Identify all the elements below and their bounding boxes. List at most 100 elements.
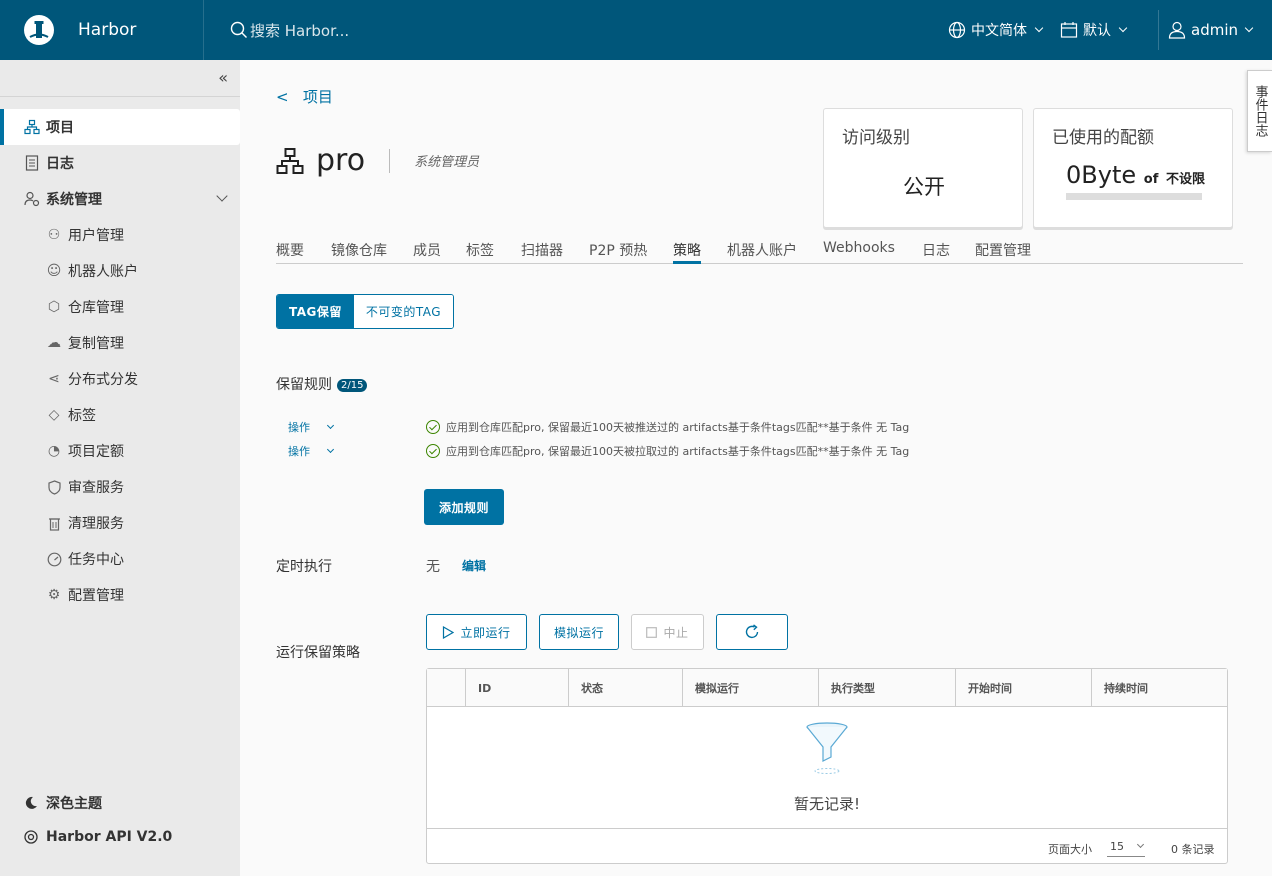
abort-button[interactable]: 中止 [631, 614, 704, 650]
quota-of: of [1143, 172, 1159, 187]
rule-action-dropdown[interactable]: 操作 [288, 419, 398, 435]
quota-progress-bar [1066, 193, 1202, 200]
retention-rule-row: 操作 应用到仓库匹配pro, 保留最近100天被拉取过的 artifacts基于… [288, 441, 909, 461]
rule-description: 应用到仓库匹配pro, 保留最近100天被推送过的 artifacts基于条件t… [446, 421, 910, 434]
brand[interactable]: Harbor [0, 0, 204, 60]
sidebar-item-label: 清理服务 [68, 516, 124, 532]
api-icon [24, 830, 38, 844]
tab-logs[interactable]: 日志 [922, 240, 950, 264]
dry-run-button[interactable]: 模拟运行 [539, 614, 619, 650]
sidebar-item-admin[interactable]: 系统管理 [0, 181, 240, 217]
global-search[interactable]: 搜索 Harbor... [230, 20, 530, 41]
column-duration[interactable]: 持续时间 [1091, 669, 1227, 707]
sidebar-item-users[interactable]: ⚇ 用户管理 [0, 217, 240, 253]
breadcrumb[interactable]: < 项目 [276, 86, 333, 107]
quota-value: 0Byte of 不设限 [1066, 161, 1205, 189]
breadcrumb-projects-link[interactable]: 项目 [303, 88, 333, 106]
tab-summary[interactable]: 概要 [276, 240, 304, 264]
access-level-card: 访问级别 公开 [823, 108, 1023, 228]
datetime-selector[interactable]: 默认 [1060, 20, 1128, 40]
rule-description: 应用到仓库匹配pro, 保留最近100天被拉取过的 artifacts基于条件t… [446, 445, 910, 458]
project-name: pro [316, 143, 366, 178]
tab-repositories[interactable]: 镜像仓库 [331, 240, 387, 264]
sidebar-collapse-button[interactable]: « [0, 60, 240, 97]
sidebar-item-gc[interactable]: 清理服务 [0, 505, 240, 541]
record-count: 0 条记录 [1171, 843, 1215, 856]
run-now-button[interactable]: 立即运行 [426, 614, 527, 650]
column-trigger[interactable]: 执行类型 [818, 669, 955, 707]
sidebar-item-logs[interactable]: 日志 [0, 145, 240, 181]
refresh-button[interactable] [716, 614, 788, 650]
chevron-down-icon [1136, 840, 1145, 849]
retention-rules-label: 保留规则 2/15 [276, 374, 368, 394]
page-size-select[interactable]: 15 [1107, 837, 1145, 857]
title-divider [389, 148, 391, 173]
page-size-value: 15 [1110, 840, 1124, 853]
empty-state: 暂无记录! [427, 707, 1227, 828]
tab-policy[interactable]: 策略 [673, 240, 701, 264]
admin-icon [24, 191, 40, 207]
quota-card: 已使用的配额 0Byte of 不设限 [1033, 108, 1233, 228]
event-log-tab[interactable]: 事件日志 [1247, 70, 1272, 152]
rule-action-label: 操作 [288, 421, 310, 434]
quota-limit: 不设限 [1166, 172, 1206, 187]
tab-robot-accounts[interactable]: 机器人账户 [727, 240, 797, 264]
tab-p2p-preheat[interactable]: P2P 预热 [589, 240, 647, 264]
sidebar-item-jobs[interactable]: 任务中心 [0, 541, 240, 577]
sidebar-item-replication[interactable]: ☁ 复制管理 [0, 325, 240, 361]
tag-retention-button[interactable]: TAG保留 [277, 295, 354, 328]
api-explorer-link[interactable]: Harbor API V2.0 [24, 829, 172, 845]
rule-action-label: 操作 [288, 445, 310, 458]
chevron-down-icon[interactable] [216, 190, 228, 202]
shield-icon [46, 479, 62, 495]
schedule-value: 无 [426, 559, 440, 575]
column-start-time[interactable]: 开始时间 [955, 669, 1091, 707]
empty-message: 暂无记录! [793, 795, 860, 813]
sidebar-item-labels[interactable]: ◇ 标签 [0, 397, 240, 433]
tab-configuration[interactable]: 配置管理 [975, 240, 1031, 264]
tag-immutability-button[interactable]: 不可变的TAG [353, 295, 454, 328]
sidebar-item-interrogation[interactable]: 审查服务 [0, 469, 240, 505]
users-icon: ⚇ [47, 227, 61, 243]
tab-labels[interactable]: 标签 [466, 240, 494, 264]
logs-icon [24, 155, 40, 171]
language-selector[interactable]: 中文简体 [948, 20, 1044, 40]
app-name: Harbor [78, 20, 137, 40]
user-icon [1168, 21, 1186, 39]
rule-action-dropdown[interactable]: 操作 [288, 443, 398, 459]
column-dry-run[interactable]: 模拟运行 [682, 669, 818, 707]
datetime-label: 默认 [1083, 23, 1111, 39]
check-circle-icon [426, 444, 440, 458]
sidebar-item-label: 配置管理 [68, 588, 124, 604]
calendar-icon [1060, 22, 1078, 38]
dark-theme-toggle[interactable]: 深色主题 [24, 793, 102, 813]
project-icon [276, 147, 304, 174]
run-now-label: 立即运行 [460, 625, 511, 640]
chevron-down-icon [326, 421, 335, 429]
sidebar-item-label: 仓库管理 [68, 300, 124, 316]
sidebar-item-distribution[interactable]: ⋖ 分布式分发 [0, 361, 240, 397]
sidebar-item-label: 机器人账户 [68, 264, 138, 280]
dashboard-icon [46, 551, 62, 567]
page-size-label: 页面大小 [1048, 843, 1092, 856]
access-level-value: 公开 [903, 175, 945, 199]
sidebar-item-quotas[interactable]: ◔ 项目定额 [0, 433, 240, 469]
user-menu[interactable]: admin [1167, 20, 1254, 40]
sidebar-item-config[interactable]: ⚙ 配置管理 [0, 577, 240, 613]
rule-count-badge: 2/15 [337, 378, 368, 392]
column-status[interactable]: 状态 [568, 669, 682, 707]
robot-icon: ☺ [46, 263, 62, 279]
tab-members[interactable]: 成员 [413, 240, 441, 264]
tab-scanner[interactable]: 扫描器 [521, 240, 563, 264]
sidebar-item-projects[interactable]: 项目 [0, 109, 240, 145]
schedule-edit-link[interactable]: 编辑 [462, 557, 486, 574]
column-id[interactable]: ID [465, 669, 568, 707]
tab-webhooks[interactable]: Webhooks [823, 240, 895, 264]
sidebar-item-label: 项目定额 [68, 444, 124, 460]
sidebar-item-label: 日志 [46, 156, 74, 172]
quota-icon: ◔ [47, 443, 61, 459]
add-rule-button[interactable]: 添加规则 [424, 489, 504, 525]
harbor-logo-icon [24, 15, 54, 45]
sidebar-item-registries[interactable]: ⬡ 仓库管理 [0, 289, 240, 325]
sidebar-item-robots[interactable]: ☺ 机器人账户 [0, 253, 240, 289]
